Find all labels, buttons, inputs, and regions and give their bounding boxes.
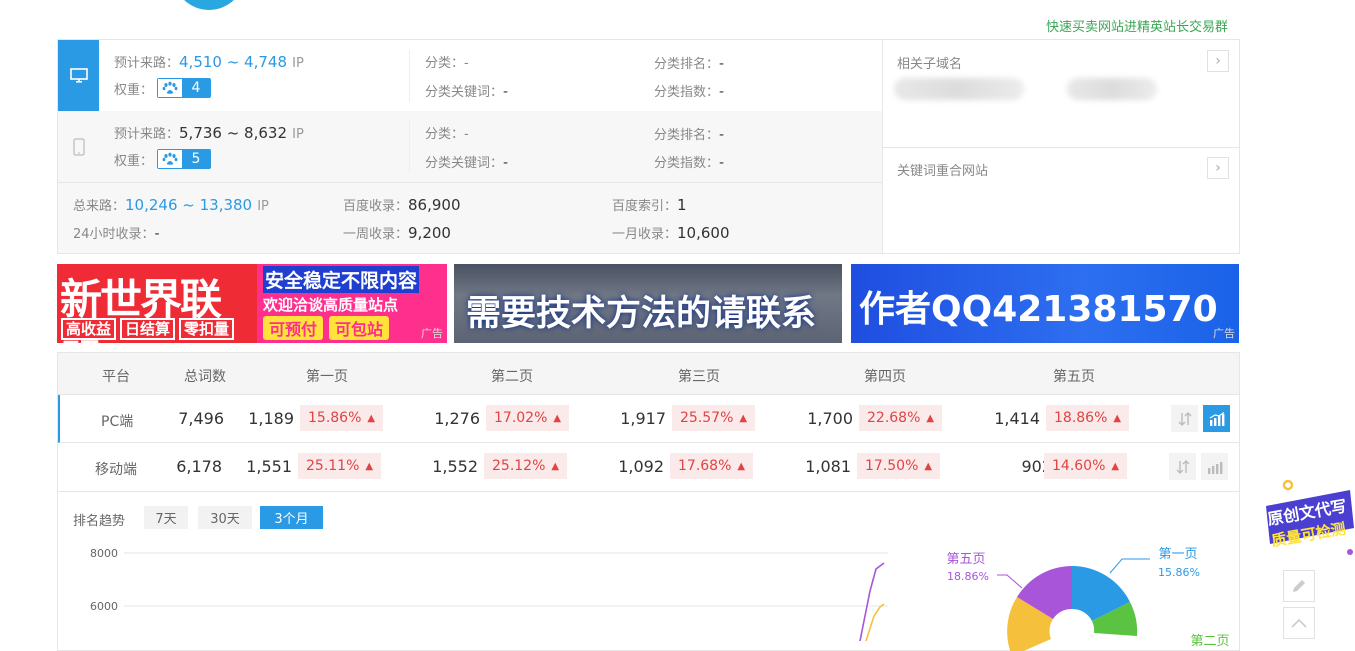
pc-category-index: 分类指数： -	[654, 84, 725, 100]
chevron-up-icon[interactable]	[1283, 607, 1315, 639]
pct-badge: 17.68% ▲	[670, 453, 754, 479]
paw-icon	[158, 150, 183, 168]
trend-line-purple	[859, 562, 885, 641]
related-panel: 相关子域名 › 关键词重合网站 ›	[882, 39, 1240, 254]
table-header: 平台 总词数 第一页 第二页 第三页 第四页 第五页	[58, 353, 1239, 395]
sort-icon[interactable]	[1169, 453, 1196, 480]
pie-label-page1: 第一页	[1158, 547, 1197, 562]
table-row: 移动端 6,178 1,551 25.11% ▲ 1,552 25.12% ▲ 1,…	[58, 443, 1239, 491]
phone-icon	[58, 111, 99, 182]
ad-left-block: 新世界联盟 高收益 日结算 零扣量	[57, 264, 257, 343]
mobile-weight-row: 预计来路： 5,736 ~ 8,632 IP 权重： 5 分类： - 分类关键词：…	[58, 111, 882, 183]
pc-weight-row: 预计来路： 4,510 ~ 4,748 IP 权重： 4 分类： - 分类关键词：…	[58, 40, 882, 112]
baidu-index-count: 百度索引： 1	[612, 196, 687, 214]
baidu-weight-badge[interactable]: 5	[157, 149, 212, 169]
y-tick: 6000	[90, 600, 118, 613]
pie-leader	[997, 574, 1023, 589]
pc-category: 分类： -	[425, 56, 469, 71]
chevron-right-icon[interactable]: ›	[1207, 50, 1229, 72]
pct-badge: 15.86% ▲	[300, 405, 384, 431]
paw-icon	[158, 79, 183, 97]
bar-chart-icon[interactable]	[1201, 453, 1228, 480]
keyword-overlap-title: 关键词重合网站	[897, 164, 989, 179]
ad-banner-3[interactable]: 作者QQ421381570 广告	[851, 264, 1239, 343]
ad-banner-1[interactable]: 新世界联盟 高收益 日结算 零扣量 安全稳定不限内容 欢迎洽谈高质量站点 可预付…	[57, 264, 447, 343]
divider	[409, 121, 410, 173]
pct-badge: 17.02% ▲	[486, 405, 570, 431]
bar-chart-icon[interactable]	[1203, 405, 1230, 432]
summary-stats: 总来路： 10,246 ~ 13,380 IP 百度收录： 86,900 百度索引…	[58, 183, 882, 253]
table-row: PC端 7,496 1,189 15.86% ▲ 1,276 17.02% ▲ 1,…	[58, 395, 1239, 443]
mobile-traffic: 预计来路： 5,736 ~ 8,632 IP	[114, 124, 304, 142]
pie-label-page5: 第五页	[946, 552, 985, 567]
trend-line-yellow	[865, 603, 885, 641]
chevron-right-icon[interactable]: ›	[1207, 157, 1229, 179]
ad-tags: 高收益 日结算 零扣量	[61, 318, 235, 340]
ad-banner-2[interactable]: 需要技术方法的请联系	[454, 264, 842, 343]
blurred-subdomain	[1067, 78, 1157, 100]
pc-category-rank: 分类排名： -	[654, 56, 725, 72]
pie-leader	[1109, 558, 1150, 574]
mobile-weight: 权重： 5	[114, 149, 212, 169]
mobile-category: 分类： -	[425, 127, 469, 142]
baidu-weight-badge[interactable]: 4	[157, 78, 212, 98]
page-distribution-pie: 第一页 15.86% 第五页 18.86% 第二页	[946, 547, 1230, 651]
pct-badge: 25.12% ▲	[484, 453, 568, 479]
pc-category-keyword: 分类关键词： -	[425, 84, 509, 100]
monitor-icon	[58, 40, 99, 111]
mobile-category-keyword: 分类关键词： -	[425, 155, 509, 171]
pie-label-page5-pct: 18.86%	[947, 570, 989, 583]
weight-info-panel: 预计来路： 4,510 ~ 4,748 IP 权重： 4 分类： - 分类关键词：…	[57, 39, 883, 254]
divider	[409, 50, 410, 102]
total-traffic: 总来路： 10,246 ~ 13,380 IP	[73, 196, 269, 214]
logo-circle	[173, 0, 245, 10]
sort-icon[interactable]	[1171, 405, 1198, 432]
ad-mark: 广告	[1213, 327, 1235, 340]
promo-float-badge[interactable]: 原创文代写 质量可检测	[1262, 478, 1355, 558]
baidu-indexed: 百度收录： 86,900	[343, 196, 461, 214]
pct-badge: 25.11% ▲	[298, 453, 382, 479]
divider	[882, 147, 1239, 148]
pct-badge: 22.68% ▲	[859, 405, 943, 431]
pct-badge: 25.57% ▲	[672, 405, 756, 431]
mobile-category-rank: 分类排名： -	[654, 127, 725, 143]
pct-badge: 17.50% ▲	[857, 453, 941, 479]
indexed-24h: 24小时收录： -	[73, 226, 160, 242]
pc-traffic: 预计来路： 4,510 ~ 4,748 IP	[114, 53, 304, 71]
indexed-month: 一月收录： 10,600	[612, 224, 730, 242]
y-tick: 8000	[90, 547, 118, 560]
ad-right-block: 安全稳定不限内容 欢迎洽谈高质量站点 可预付 可包站	[257, 264, 447, 343]
pct-badge: 14.60% ▲	[1044, 453, 1128, 479]
trading-group-link[interactable]: 快速买卖网站进精英站长交易群	[1046, 16, 1228, 35]
rank-distribution-table: 平台 总词数 第一页 第二页 第三页 第四页 第五页 PC端 7,496 1,1…	[57, 352, 1240, 492]
rank-trend-panel: 排名趋势 7天 30天 3个月 8000 6000 第一页 15.86% 第五页…	[57, 491, 1240, 651]
subdomain-title: 相关子域名	[897, 57, 963, 72]
indexed-week: 一周收录： 9,200	[343, 224, 451, 242]
pencil-icon[interactable]	[1283, 570, 1315, 602]
pc-weight: 权重： 4	[114, 78, 212, 98]
blurred-subdomain	[894, 78, 1024, 100]
mobile-category-index: 分类指数： -	[654, 155, 725, 171]
pct-badge: 18.86% ▲	[1046, 405, 1130, 431]
pie-label-page1-pct: 15.86%	[1158, 566, 1200, 579]
pie-label-page2: 第二页	[1190, 634, 1229, 649]
ad-mark: 广告	[421, 327, 443, 340]
